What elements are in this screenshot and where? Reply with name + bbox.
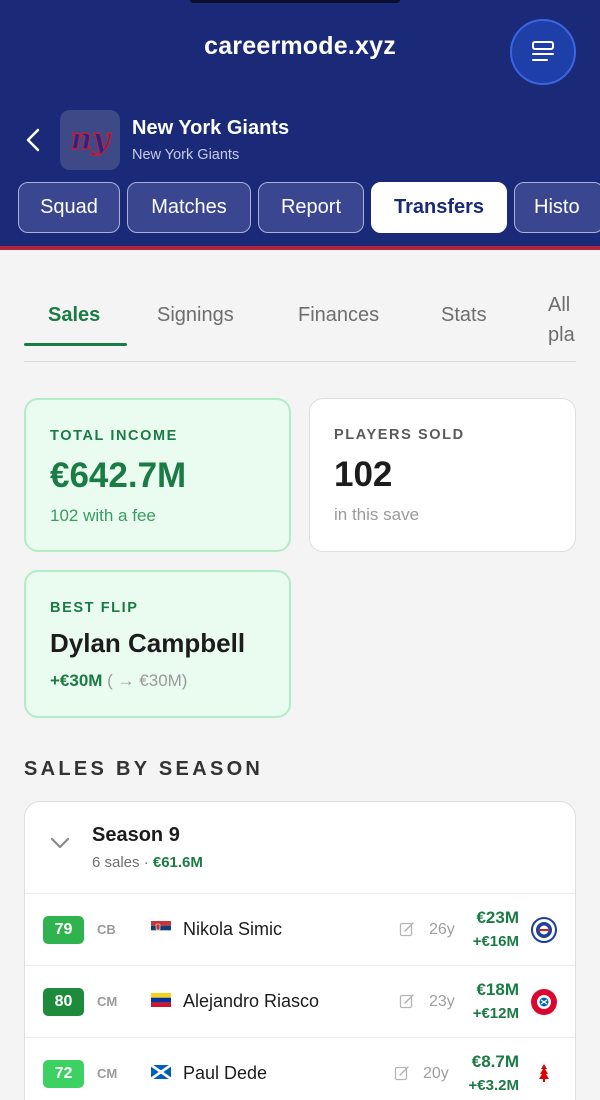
subtab-active-indicator xyxy=(24,343,127,346)
best-flip-detail-line: +€30M ( → €30M) xyxy=(50,671,187,691)
subtab-finances[interactable]: Finances xyxy=(298,304,379,327)
best-flip-player: Dylan Campbell xyxy=(50,628,246,658)
edit-icon[interactable] xyxy=(394,1065,410,1081)
sale-fee: €8.7M xyxy=(471,1052,519,1071)
team-subtitle: New York Giants xyxy=(132,147,240,163)
menu-icon xyxy=(532,41,554,61)
best-flip-profit: +€30M xyxy=(50,671,103,690)
total-income-card: TOTAL INCOME €642.7M 102 with a fee xyxy=(24,398,291,552)
season-sales-count: 6 sales · xyxy=(92,854,153,871)
chevron-down-icon xyxy=(50,837,70,849)
forest-crest-icon xyxy=(531,1061,557,1087)
season-panel: Season 9 6 sales · €61.6M 79 CB Nikola S… xyxy=(24,801,576,1100)
sale-row[interactable]: 80 CM Alejandro Riasco 23y €18M +€12M xyxy=(25,966,575,1038)
position-label: CM xyxy=(97,994,118,1009)
best-flip-detail: ( → €30M) xyxy=(102,671,188,690)
menu-button[interactable] xyxy=(510,19,576,85)
season-header[interactable]: Season 9 6 sales · €61.6M xyxy=(25,802,575,894)
player-age: 23y xyxy=(429,993,455,1010)
players-sold-card: PLAYERS SOLD 102 in this save xyxy=(309,398,576,552)
subtab-signings[interactable]: Signings xyxy=(157,304,234,327)
back-button[interactable] xyxy=(18,122,48,158)
players-sold-sub: in this save xyxy=(334,505,420,524)
sale-fee: €23M xyxy=(476,908,519,927)
player-name: Nikola Simic xyxy=(183,919,283,939)
player-age: 26y xyxy=(429,921,455,938)
player-age: 20y xyxy=(423,1065,449,1082)
best-flip-label: BEST FLIP xyxy=(50,600,139,616)
bayern-crest-icon xyxy=(531,989,557,1015)
team-logo: ny xyxy=(60,110,120,170)
edit-icon[interactable] xyxy=(399,921,415,937)
overall-badge: 80 xyxy=(43,988,84,1016)
giants-logo-icon: ny xyxy=(70,121,113,158)
subtab-sales[interactable]: Sales xyxy=(48,304,100,327)
back-chevron-icon xyxy=(26,128,40,152)
sale-profit: +€3.2M xyxy=(468,1077,519,1094)
total-income-value: €642.7M xyxy=(50,456,187,495)
rangers-crest-icon xyxy=(531,917,557,943)
status-notch xyxy=(190,0,400,3)
venezuela-flag-icon xyxy=(151,993,171,1007)
season-title: Season 9 xyxy=(92,824,180,846)
total-income-label: TOTAL INCOME xyxy=(50,428,178,444)
subtab-stats[interactable]: Stats xyxy=(441,304,487,327)
svg-text:ny: ny xyxy=(70,122,112,157)
sale-row[interactable]: 72 CM Paul Dede 20y €8.7M +€3.2M xyxy=(25,1038,575,1100)
best-flip-card[interactable]: BEST FLIP Dylan Campbell +€30M ( → €30M) xyxy=(24,570,291,718)
tab-report[interactable]: Report xyxy=(258,182,364,233)
players-sold-label: PLAYERS SOLD xyxy=(334,427,465,443)
serbia-flag-icon xyxy=(151,921,171,935)
player-name: Paul Dede xyxy=(183,1063,268,1083)
players-sold-value: 102 xyxy=(334,455,393,494)
sale-profit: +€16M xyxy=(472,933,519,950)
sale-row[interactable]: 79 CB Nikola Simic 26y €23M +€16M xyxy=(25,894,575,966)
main-tabs: Squad Matches Report Transfers Histo xyxy=(18,182,600,233)
position-label: CM xyxy=(97,1066,118,1081)
sale-profit: +€12M xyxy=(472,1005,519,1022)
tab-squad[interactable]: Squad xyxy=(18,182,120,233)
tab-history[interactable]: Histo xyxy=(514,182,600,233)
edit-icon[interactable] xyxy=(399,993,415,1009)
season-meta: 6 sales · €61.6M xyxy=(92,854,203,871)
season-amount: €61.6M xyxy=(152,854,203,871)
overall-badge: 72 xyxy=(43,1060,84,1088)
scotland-flag-icon xyxy=(151,1065,171,1079)
app-header: careermode.xyz ny New York Giants New Yo… xyxy=(0,0,600,250)
team-name: New York Giants xyxy=(132,117,290,139)
tab-matches[interactable]: Matches xyxy=(127,182,251,233)
section-title: SALES BY SEASON xyxy=(24,758,264,780)
subtab-all-players[interactable]: All pla xyxy=(548,290,576,350)
subtabs: Sales Signings Finances Stats All pla xyxy=(24,284,576,362)
sale-fee: €18M xyxy=(476,980,519,999)
overall-badge: 79 xyxy=(43,916,84,944)
tab-transfers[interactable]: Transfers xyxy=(371,182,507,233)
total-income-sub: 102 with a fee xyxy=(50,506,156,525)
player-name: Alejandro Riasco xyxy=(183,991,320,1011)
position-label: CB xyxy=(97,922,116,937)
